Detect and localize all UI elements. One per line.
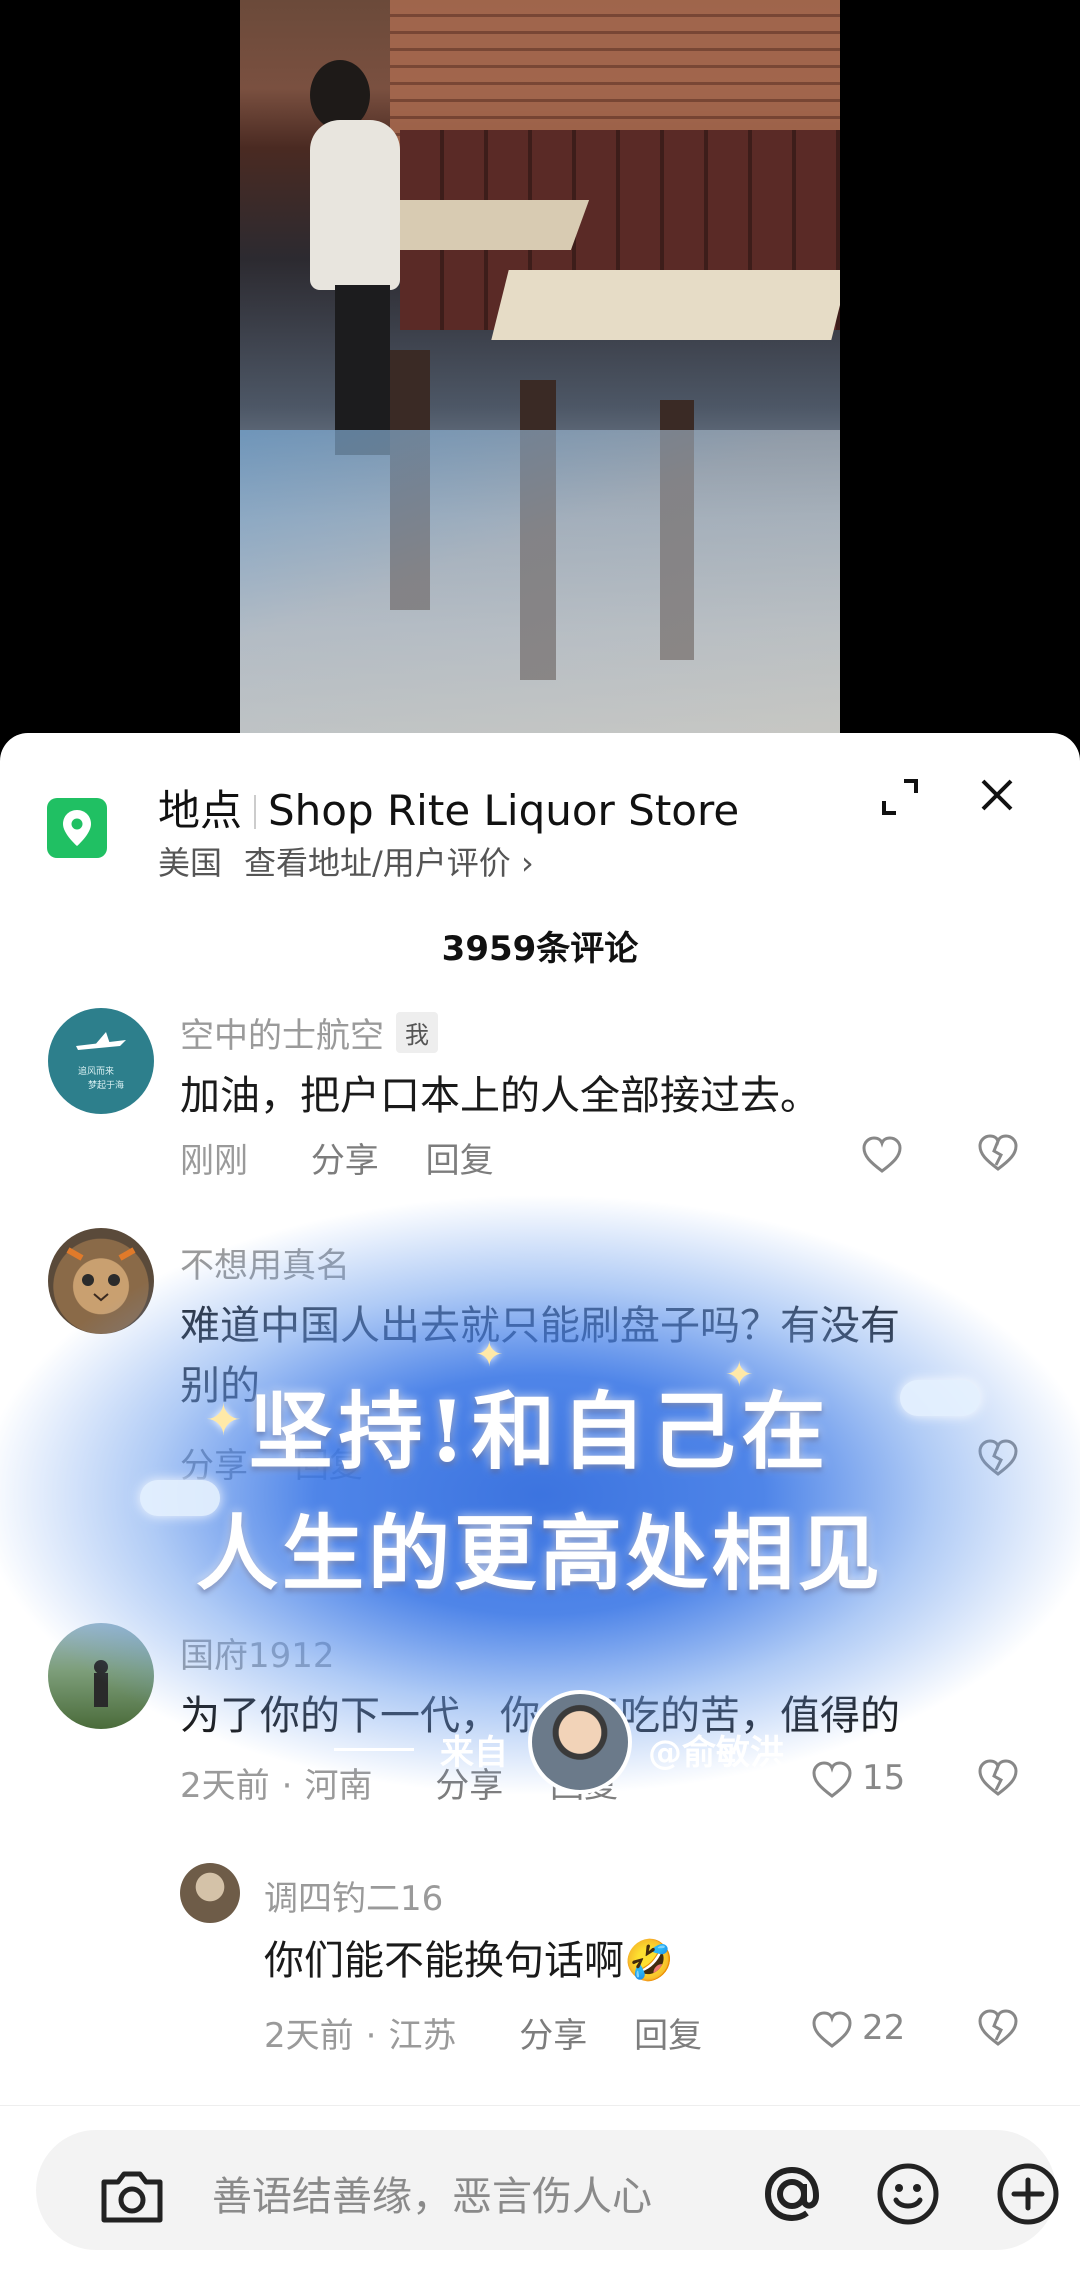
comment-text-continued: 别的 — [180, 1363, 260, 1409]
like-button[interactable]: 22 — [810, 2008, 930, 2052]
location-header[interactable]: 地点 Shop Rite Liquor Store 美国 查看地址/用户评价 › — [0, 733, 1080, 883]
chevron-right-icon: › — [520, 844, 534, 882]
comment-count-title: 3959条评论 — [441, 929, 639, 969]
dislike-button[interactable] — [976, 1133, 1020, 1177]
like-button[interactable]: 15 — [810, 1758, 930, 1802]
location-title[interactable]: 地点 Shop Rite Liquor Store — [158, 777, 739, 838]
video-scene-floor — [240, 430, 840, 740]
heart-icon — [812, 2011, 852, 2048]
share-button[interactable]: 分享 — [311, 1141, 379, 1181]
at-icon[interactable] — [756, 2158, 828, 2230]
close-icon — [981, 779, 1013, 811]
avatar[interactable] — [48, 1623, 154, 1729]
comment-time: 2天前 — [180, 1766, 270, 1806]
location-pin-icon — [47, 798, 107, 858]
video-scene-person — [310, 120, 400, 290]
comment-input-bar: 善语结善缘，恶言伤人心 — [0, 2105, 1080, 2273]
location-label: 地点 — [158, 786, 243, 835]
comment-region: 河南 — [304, 1766, 373, 1806]
plus-icon[interactable] — [994, 2160, 1062, 2228]
like-count: 15 — [862, 1758, 906, 1798]
avatar[interactable] — [48, 1228, 154, 1334]
heart-icon — [812, 1761, 852, 1798]
comment-author[interactable]: 调四钓二16 — [264, 1871, 443, 1920]
comment-item: 国府1912 为了你的下一代，你今天吃的苦，值得的 2天前 · 河南 分享 回复 1… — [0, 1623, 1080, 1863]
location-details-link[interactable]: 查看地址/用户评价 — [244, 844, 511, 882]
emoji-icon[interactable] — [874, 2160, 942, 2228]
location-name: Shop Rite Liquor Store — [268, 786, 740, 835]
location-country: 美国 — [158, 844, 223, 882]
reply-item: 调四钓二16 你们能不能换句话啊🤣 2天前 · 江苏 分享 回复 22 — [0, 1863, 1080, 2093]
svg-text:梦起于海: 梦起于海 — [88, 1079, 124, 1091]
reply-button[interactable]: 回复 — [634, 2016, 702, 2056]
share-button[interactable]: 分享 — [519, 2016, 587, 2056]
share-button[interactable]: 分享 — [180, 1446, 248, 1486]
comment-list[interactable]: 追风而来 梦起于海 空中的士航空我 加油，把户口本上的人全部接过去。 刚刚 分享… — [0, 983, 1080, 2098]
comment-item: 不想用真名 难道中国人出去就只能刷盘子吗？有没有 别的 分享 回复 — [0, 1228, 1080, 1518]
svg-text:追风而来: 追风而来 — [78, 1065, 114, 1077]
comment-meta: 刚刚 分享 回复 — [180, 1133, 494, 1182]
camera-icon[interactable] — [98, 2166, 166, 2226]
expand-button[interactable] — [878, 775, 922, 819]
comment-meta: 2天前 · 江苏 分享 回复 — [264, 2016, 703, 2056]
avatar[interactable] — [180, 1863, 240, 1923]
comment-meta: 分享 回复 — [180, 1438, 363, 1487]
share-button[interactable]: 分享 — [435, 1766, 503, 1806]
me-badge: 我 — [396, 1012, 438, 1053]
broken-heart-icon — [978, 1759, 1018, 1796]
comment-input[interactable]: 善语结善缘，恶言伤人心 — [36, 2130, 1059, 2250]
comment-time: 2天前 — [264, 2016, 354, 2056]
video-frame — [240, 0, 840, 740]
location-subtitle[interactable]: 美国 查看地址/用户评价 › — [158, 838, 534, 884]
divider — [254, 795, 257, 829]
dislike-button[interactable] — [976, 1438, 1020, 1482]
comment-text: 难道中国人出去就只能刷盘子吗？有没有 — [180, 1303, 900, 1349]
heart-icon — [862, 1136, 902, 1173]
comment-region: 江苏 — [388, 2016, 457, 2056]
expand-icon — [882, 779, 918, 815]
broken-heart-icon — [978, 1439, 1018, 1476]
comment-author[interactable]: 空中的士航空我 — [180, 1008, 438, 1057]
like-button[interactable] — [860, 1133, 980, 1177]
comment-sheet: 地点 Shop Rite Liquor Store 美国 查看地址/用户评价 › 3… — [0, 733, 1080, 2273]
broken-heart-icon — [978, 2009, 1018, 2046]
comment-meta: 2天前 · 河南 分享 回复 — [180, 1766, 619, 1806]
like-count: 22 — [862, 2008, 906, 2048]
close-button[interactable] — [975, 773, 1019, 817]
comment-text: 加油，把户口本上的人全部接过去。 — [180, 1073, 820, 1119]
comment-text: 你们能不能换句话啊🤣 — [264, 1938, 674, 1984]
dislike-button[interactable] — [976, 2008, 1020, 2052]
dislike-button[interactable] — [976, 1758, 1020, 1802]
reply-button[interactable]: 回复 — [295, 1446, 363, 1486]
comment-item: 追风而来 梦起于海 空中的士航空我 加油，把户口本上的人全部接过去。 刚刚 分享… — [0, 983, 1080, 1183]
author-name: 空中的士航空 — [180, 1016, 384, 1056]
video-scene-wall — [390, 0, 840, 150]
video-scene-table — [491, 270, 840, 340]
reply-button[interactable]: 回复 — [426, 1141, 494, 1181]
broken-heart-icon — [978, 1134, 1018, 1171]
comment-author[interactable]: 不想用真名 — [180, 1238, 350, 1287]
comment-text: 为了你的下一代，你今天吃的苦，值得的 — [180, 1693, 900, 1739]
comment-author[interactable]: 国府1912 — [180, 1628, 335, 1677]
avatar[interactable]: 追风而来 梦起于海 — [48, 1008, 154, 1114]
comment-input-placeholder[interactable]: 善语结善缘，恶言伤人心 — [212, 2164, 652, 2222]
video-player[interactable] — [0, 0, 1080, 740]
reply-button[interactable]: 回复 — [550, 1766, 618, 1806]
comment-time: 刚刚 — [180, 1141, 248, 1181]
